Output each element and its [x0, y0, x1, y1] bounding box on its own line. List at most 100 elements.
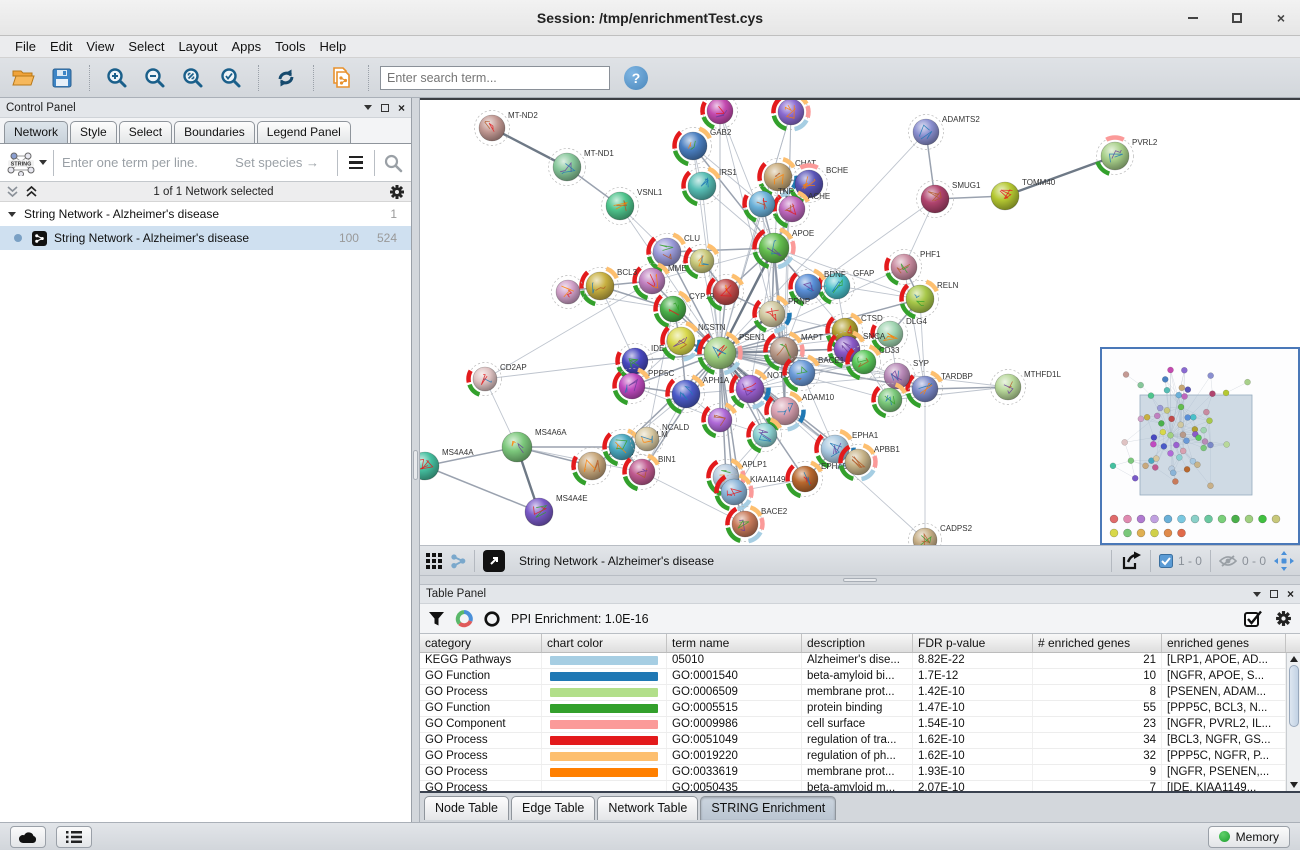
- column-header--enriched-genes[interactable]: # enriched genes: [1033, 634, 1162, 652]
- enrichment-row[interactable]: GO FunctionGO:0005515protein binding1.47…: [420, 701, 1300, 717]
- singleton-node[interactable]: [1110, 515, 1118, 523]
- gear-icon[interactable]: [1275, 610, 1292, 627]
- network-node[interactable]: [709, 275, 744, 310]
- singleton-node[interactable]: [1178, 529, 1186, 537]
- network-node-TOMM40[interactable]: TOMM40: [991, 178, 1056, 210]
- maximize-button[interactable]: [1226, 7, 1248, 29]
- singleton-node[interactable]: [1205, 515, 1213, 523]
- network-node[interactable]: [702, 100, 737, 129]
- singleton-node[interactable]: [1232, 515, 1240, 523]
- string-search-button[interactable]: [375, 144, 411, 181]
- zoom-in-button[interactable]: [101, 63, 133, 93]
- network-node[interactable]: [773, 100, 808, 130]
- share-view-icon[interactable]: [450, 553, 466, 569]
- network-canvas[interactable]: MT-ND2MT-ND1VSNL1GAB2IRS1CHATBCHEACHETNF…: [420, 98, 1300, 545]
- column-header-enriched-genes[interactable]: enriched genes: [1162, 634, 1286, 652]
- ring-icon[interactable]: [483, 610, 501, 628]
- string-options-button[interactable]: [338, 144, 374, 181]
- enrichment-row[interactable]: KEGG Pathways05010Alzheimer's dise...8.8…: [420, 653, 1300, 669]
- scroll-down-icon[interactable]: [1290, 782, 1298, 788]
- donut-chart-icon[interactable]: [455, 610, 473, 628]
- expand-all-icon[interactable]: [25, 185, 38, 198]
- network-node-NCALD[interactable]: NCALD: [631, 423, 690, 456]
- table-tab-network-table[interactable]: Network Table: [597, 796, 698, 820]
- species-hint[interactable]: Set species →: [235, 155, 329, 170]
- singleton-node[interactable]: [1151, 529, 1159, 537]
- splitter-grip[interactable]: [843, 578, 877, 582]
- float-panel-button[interactable]: [381, 104, 389, 112]
- enrichment-row[interactable]: GO ComponentGO:0009986cell surface1.54E-…: [420, 717, 1300, 733]
- scrollbar-thumb[interactable]: [1289, 665, 1299, 727]
- menu-item-file[interactable]: File: [8, 37, 43, 56]
- singleton-node[interactable]: [1178, 515, 1186, 523]
- filter-icon[interactable]: [428, 611, 445, 627]
- enrichment-row[interactable]: GO ProcessGO:0006509membrane prot...1.42…: [420, 685, 1300, 701]
- search-input[interactable]: [380, 66, 610, 90]
- network-node[interactable]: [874, 384, 907, 417]
- network-node-MT-ND1[interactable]: MT-ND1: [549, 149, 615, 186]
- network-node-VSNL1[interactable]: VSNL1: [602, 188, 663, 225]
- zoom-out-button[interactable]: [139, 63, 171, 93]
- help-button[interactable]: ?: [624, 66, 648, 90]
- birdseye-viewport[interactable]: [1140, 395, 1252, 495]
- enrichment-row[interactable]: GO ProcessGO:0033619membrane prot...1.93…: [420, 765, 1300, 781]
- table-tab-edge-table[interactable]: Edge Table: [511, 796, 595, 820]
- network-node-PRNP[interactable]: PRNP: [755, 297, 811, 332]
- tree-expander-icon[interactable]: [8, 212, 16, 217]
- float-panel-button[interactable]: [1270, 590, 1278, 598]
- network-collection-row[interactable]: String Network - Alzheimer's disease 1: [0, 202, 411, 226]
- singleton-node[interactable]: [1137, 515, 1145, 523]
- menu-item-layout[interactable]: Layout: [171, 37, 224, 56]
- panel-splitter[interactable]: [412, 98, 420, 822]
- network-row[interactable]: String Network - Alzheimer's disease 100…: [0, 226, 411, 250]
- tab-boundaries[interactable]: Boundaries: [174, 121, 255, 143]
- select-check-icon[interactable]: [1244, 610, 1263, 628]
- network-node-SMUG1[interactable]: SMUG1: [917, 181, 982, 218]
- network-node-IRS1[interactable]: IRS1: [684, 168, 738, 205]
- tab-legend-panel[interactable]: Legend Panel: [257, 121, 351, 143]
- network-node-MS4A4E[interactable]: MS4A4E: [525, 494, 588, 526]
- network-node[interactable]: [552, 276, 585, 309]
- splitter-grip[interactable]: [413, 450, 418, 480]
- column-header-chart-color[interactable]: chart color: [542, 634, 667, 652]
- singleton-node[interactable]: [1164, 515, 1172, 523]
- close-panel-button[interactable]: ×: [398, 102, 405, 114]
- open-session-button[interactable]: [8, 63, 40, 93]
- birdseye-view[interactable]: [1100, 347, 1300, 545]
- singleton-node[interactable]: [1259, 515, 1267, 523]
- network-node-PVRL2[interactable]: PVRL2: [1097, 138, 1158, 175]
- cloud-button[interactable]: [10, 826, 46, 848]
- string-source-selector[interactable]: STRING: [0, 144, 53, 181]
- menu-item-select[interactable]: Select: [121, 37, 171, 56]
- hidden-nodes-badge[interactable]: 0 - 0: [1219, 554, 1266, 568]
- network-node-ADAMTS2[interactable]: ADAMTS2: [909, 115, 981, 150]
- menu-item-tools[interactable]: Tools: [268, 37, 312, 56]
- tab-style[interactable]: Style: [70, 121, 117, 143]
- singleton-node[interactable]: [1272, 515, 1280, 523]
- network-node-APBB1[interactable]: APBB1: [840, 445, 900, 480]
- column-header-term-name[interactable]: term name: [667, 634, 802, 652]
- enrichment-row[interactable]: GO ProcessGO:0050435beta-amyloid m...2.0…: [420, 781, 1300, 791]
- singleton-node[interactable]: [1110, 529, 1118, 537]
- enrichment-row[interactable]: GO ProcessGO:0019220regulation of ph...1…: [420, 749, 1300, 765]
- scroll-up-icon[interactable]: [1290, 656, 1298, 662]
- panel-menu-icon[interactable]: [1253, 592, 1261, 597]
- navigator-icon[interactable]: [1274, 551, 1294, 571]
- network-node-CADPS2[interactable]: CADPS2: [909, 524, 973, 546]
- string-query-input[interactable]: Enter one term per line. Set species →: [54, 155, 337, 170]
- table-tab-string-enrichment[interactable]: STRING Enrichment: [700, 796, 836, 820]
- singleton-node[interactable]: [1124, 529, 1132, 537]
- singleton-node[interactable]: [1218, 515, 1226, 523]
- gear-icon[interactable]: [389, 184, 405, 200]
- network-node-RELN[interactable]: RELN: [902, 281, 959, 318]
- panel-menu-icon[interactable]: [364, 105, 372, 110]
- column-header-description[interactable]: description: [802, 634, 913, 652]
- table-tab-node-table[interactable]: Node Table: [424, 796, 509, 820]
- refresh-button[interactable]: [270, 63, 302, 93]
- network-node[interactable]: [749, 419, 782, 452]
- grid-view-icon[interactable]: [426, 553, 442, 569]
- menu-item-edit[interactable]: Edit: [43, 37, 79, 56]
- singleton-node[interactable]: [1124, 515, 1132, 523]
- singleton-node[interactable]: [1151, 515, 1159, 523]
- memory-button[interactable]: Memory: [1208, 826, 1290, 848]
